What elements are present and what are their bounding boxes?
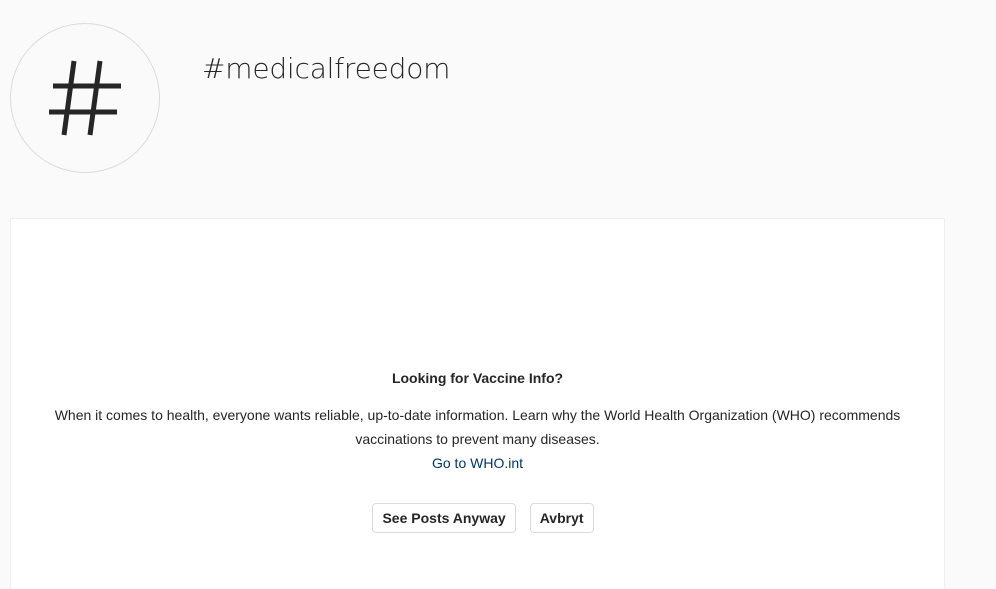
page-title: #medicalfreedom (202, 52, 451, 85)
warning-title: Looking for Vaccine Info? (391, 370, 564, 386)
hashtag-icon (49, 60, 121, 136)
warning-actions: See Posts Anyway Avbryt (11, 503, 944, 533)
hashtag-avatar (10, 23, 160, 173)
who-link[interactable]: Go to WHO.int (11, 451, 944, 475)
hashtag-page: #medicalfreedom Looking for Vaccine Info… (0, 0, 996, 589)
who-link-label[interactable]: Go to WHO.int (432, 455, 523, 471)
vaccine-info-card: Looking for Vaccine Info? When it comes … (10, 218, 945, 589)
warning-body: When it comes to health, everyone wants … (54, 407, 901, 447)
cancel-button[interactable]: Avbryt (529, 503, 594, 533)
hashtag-header (10, 22, 160, 174)
see-posts-anyway-button[interactable]: See Posts Anyway (372, 503, 516, 533)
